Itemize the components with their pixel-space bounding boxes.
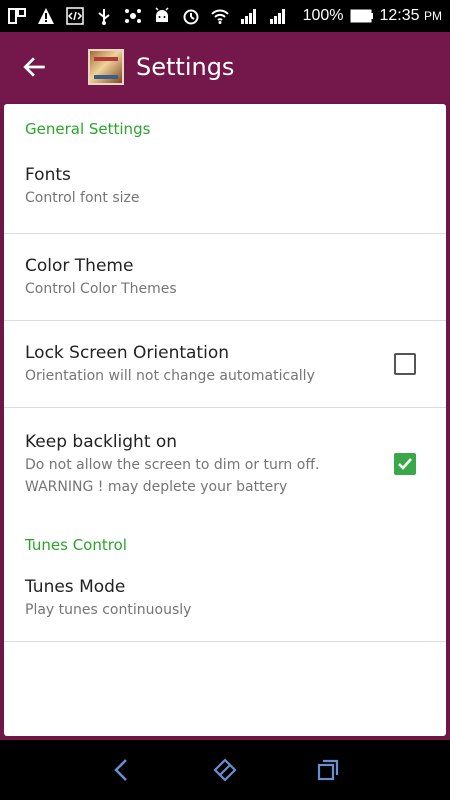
pref-lock-orientation[interactable]: Lock Screen Orientation Orientation will… (4, 321, 446, 408)
pref-backlight[interactable]: Keep backlight on Do not allow the scree… (4, 408, 446, 520)
page-title: Settings (136, 53, 235, 81)
warning-icon (37, 7, 55, 25)
alarm-icon (182, 7, 200, 25)
pref-summary: Orientation will not change automaticall… (25, 368, 315, 384)
battery-percent: 100% (302, 7, 344, 24)
pref-summary: Play tunes continuously (25, 601, 192, 618)
battery-icon (350, 7, 374, 25)
pref-title: Tunes Mode (25, 576, 126, 597)
status-icons-left (8, 7, 287, 25)
dual-window-icon (8, 7, 26, 25)
nav-recents-button[interactable] (308, 750, 348, 790)
pref-summary-line1: Do not allow the screen to dim or turn o… (25, 457, 320, 473)
nav-home-button[interactable] (205, 750, 245, 790)
settings-list: General Settings Fonts Control font size… (4, 104, 446, 736)
nav-back-button[interactable] (102, 750, 142, 790)
clock: 12:35 PM (380, 7, 443, 25)
backlight-checkbox[interactable] (394, 453, 416, 475)
usb-icon (95, 7, 113, 25)
nav-back-icon (113, 759, 127, 781)
status-bar: 100% 12:35 PM (0, 0, 450, 32)
pref-summary: Control Color Themes (25, 281, 177, 297)
signal-2-icon (269, 7, 287, 25)
pref-title: Fonts (25, 164, 71, 185)
app-logo-icon (88, 49, 124, 85)
back-button[interactable] (0, 32, 70, 102)
pref-title: Keep backlight on (25, 432, 178, 452)
app-bar: Settings (0, 32, 450, 102)
lock-orientation-checkbox[interactable] (394, 353, 416, 375)
wifi-icon (211, 7, 229, 25)
pref-color-theme[interactable]: Color Theme Control Color Themes (4, 234, 446, 321)
pref-summary-line2: WARNING ! may deplete your battery (25, 479, 288, 495)
back-arrow-icon (23, 57, 45, 77)
app-notification-icon (124, 7, 142, 25)
checkmark-icon (398, 458, 412, 470)
navigation-bar (0, 740, 450, 800)
status-icons-right: 100% 12:35 PM (303, 7, 442, 25)
code-icon (66, 7, 84, 25)
clock-time: 12:35 (379, 7, 420, 24)
clock-ampm: PM (424, 9, 442, 23)
section-header-tunes: Tunes Control (25, 536, 127, 554)
pref-title: Color Theme (25, 256, 134, 276)
nav-recents-icon (318, 759, 339, 781)
pref-summary: Control font size (25, 189, 140, 206)
pref-fonts[interactable]: Fonts Control font size (4, 138, 446, 234)
signal-1-icon (240, 7, 258, 25)
android-icon (153, 7, 171, 25)
nav-home-icon (213, 758, 237, 782)
section-header-general: General Settings (25, 120, 151, 138)
pref-title: Lock Screen Orientation (25, 343, 229, 363)
pref-tunes-mode[interactable]: Tunes Mode Play tunes continuously (4, 554, 446, 642)
